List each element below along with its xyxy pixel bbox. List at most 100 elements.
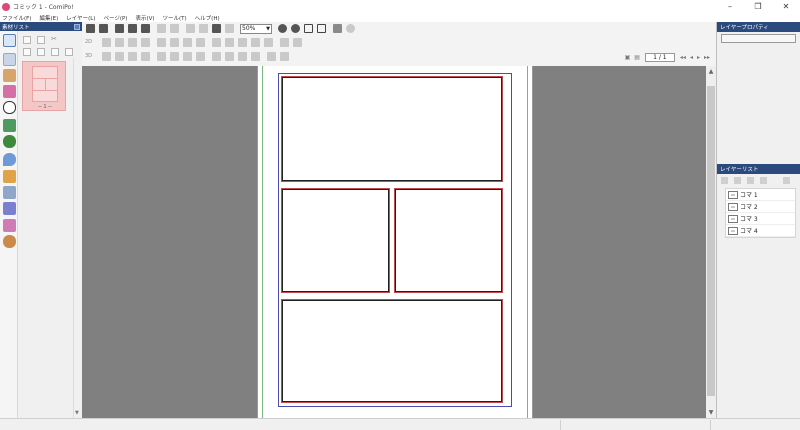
panel-pin-icon[interactable] — [74, 23, 80, 30]
layer-row[interactable]: ▭ コマ 3 — [726, 213, 795, 225]
camera-pan-icon[interactable] — [115, 52, 124, 61]
character-category-icon[interactable] — [3, 69, 16, 82]
zoom-out-icon[interactable] — [291, 24, 300, 33]
menu-page[interactable]: ページ(P) — [103, 14, 127, 22]
rotate-3d-icon[interactable] — [183, 52, 192, 61]
rotate-left-icon[interactable] — [102, 38, 111, 47]
panel-frame-3[interactable] — [395, 189, 502, 292]
panel-frame-1[interactable] — [282, 77, 502, 181]
reset-icon[interactable] — [196, 38, 205, 47]
layer-row[interactable]: ▭ コマ 4 — [726, 225, 795, 237]
undo-icon[interactable] — [157, 24, 166, 33]
page-grid-icon[interactable]: ▤ — [634, 54, 640, 61]
camera-icon[interactable] — [102, 52, 111, 61]
scroll-up-icon[interactable]: ▲ — [706, 68, 716, 75]
menu-edit[interactable]: 編集(E) — [39, 14, 58, 22]
next-page-icon[interactable]: ▸ — [697, 54, 700, 61]
settings-icon[interactable] — [346, 24, 355, 33]
pose-icon[interactable] — [251, 38, 260, 47]
close-button[interactable]: ✕ — [772, 0, 800, 13]
image-category-icon[interactable] — [3, 202, 16, 215]
align-right-icon[interactable] — [183, 38, 192, 47]
printer-icon[interactable] — [141, 24, 150, 33]
comic-page[interactable] — [257, 66, 533, 418]
frame-category-icon[interactable] — [3, 34, 16, 47]
menu-tools[interactable]: ツール(T) — [163, 14, 187, 22]
first-page-icon[interactable]: ◂◂ — [680, 54, 686, 61]
trash-icon[interactable] — [783, 176, 790, 184]
move-right-icon[interactable] — [51, 48, 59, 56]
item-category-icon[interactable] — [3, 85, 16, 98]
layer-top-icon[interactable] — [721, 176, 728, 184]
scissors-icon[interactable]: ✂ — [51, 36, 59, 44]
light-icon[interactable] — [212, 52, 221, 61]
scroll-down-icon[interactable]: ▼ — [706, 409, 716, 416]
layer-row[interactable]: ▭ コマ 2 — [726, 201, 795, 213]
prev-page-icon[interactable]: ◂ — [690, 54, 693, 61]
zoom-in-icon[interactable] — [278, 24, 287, 33]
align-left-icon[interactable] — [157, 38, 166, 47]
layer-name-field[interactable] — [721, 34, 796, 43]
view-reset-icon[interactable] — [280, 52, 289, 61]
image-export-icon[interactable] — [128, 24, 137, 33]
depth-icon[interactable] — [267, 52, 276, 61]
menu-layer[interactable]: レイヤー(L) — [66, 14, 95, 22]
copy-toolbar-icon[interactable] — [199, 24, 208, 33]
scale-3d-icon[interactable] — [170, 52, 179, 61]
move-down-icon[interactable] — [65, 48, 73, 56]
photo-category-icon[interactable] — [3, 219, 16, 232]
layer-down-small-icon[interactable] — [747, 176, 754, 184]
move-left-icon[interactable] — [37, 48, 45, 56]
rotation-icon[interactable] — [264, 38, 273, 47]
add-icon[interactable] — [23, 36, 31, 44]
flip-icon[interactable] — [128, 38, 137, 47]
thumbnail-scrollbar[interactable]: ▼ — [73, 58, 82, 418]
minimize-button[interactable]: – — [716, 0, 744, 13]
drop-icon[interactable] — [3, 153, 16, 166]
page-list-icon[interactable]: ▣ — [625, 54, 631, 61]
zoom-select[interactable]: 50% ▼ — [240, 24, 272, 34]
face-direction-icon[interactable] — [225, 38, 234, 47]
hand-tool-icon[interactable] — [333, 24, 342, 33]
align-center-icon[interactable] — [170, 38, 179, 47]
page-add-icon[interactable] — [115, 24, 124, 33]
menu-file[interactable]: ファイル(F) — [2, 14, 31, 22]
bring-front-icon[interactable] — [141, 38, 150, 47]
menu-view[interactable]: 表示(V) — [135, 14, 154, 22]
scroll-down-arrow-icon[interactable]: ▼ — [75, 410, 79, 416]
copy-icon[interactable] — [37, 36, 45, 44]
paste-icon[interactable] — [212, 24, 221, 33]
expression-icon[interactable] — [212, 38, 221, 47]
panel-frame-4[interactable] — [282, 300, 502, 402]
move-up-icon[interactable] — [23, 48, 31, 56]
redo-icon[interactable] — [170, 24, 179, 33]
fit-page-icon[interactable] — [304, 24, 313, 33]
outline-icon[interactable] — [238, 52, 247, 61]
tone-icon[interactable] — [251, 52, 260, 61]
layer-up-small-icon[interactable] — [734, 176, 741, 184]
effect-category-icon[interactable] — [3, 170, 16, 183]
print-icon[interactable] — [86, 24, 95, 33]
move-3d-icon[interactable] — [157, 52, 166, 61]
fit-width-icon[interactable] — [317, 24, 326, 33]
menu-help[interactable]: ヘルプ(H) — [195, 14, 220, 22]
eye-direction-icon[interactable] — [238, 38, 247, 47]
layer-bottom-icon[interactable] — [760, 176, 767, 184]
tree-icon[interactable] — [3, 135, 16, 148]
layer-down-icon[interactable] — [293, 38, 302, 47]
pattern-category-icon[interactable] — [3, 186, 16, 199]
background-category-icon[interactable] — [3, 53, 16, 66]
layer-row[interactable]: ▭ コマ 1 — [726, 189, 795, 201]
canvas-scrollbar[interactable]: ▲ ▼ — [706, 66, 716, 418]
face-category-icon[interactable] — [3, 235, 16, 248]
save-icon[interactable] — [99, 24, 108, 33]
scrollbar-thumb[interactable] — [707, 86, 715, 396]
delete-icon[interactable] — [225, 24, 234, 33]
camera-zoom-icon[interactable] — [141, 52, 150, 61]
perspective-icon[interactable] — [196, 52, 205, 61]
restore-button[interactable]: ❐ — [744, 0, 772, 13]
speech-balloon-icon[interactable] — [3, 101, 16, 114]
camera-tilt-icon[interactable] — [128, 52, 137, 61]
panel-frame-2[interactable] — [282, 189, 389, 292]
layer-up-icon[interactable] — [280, 38, 289, 47]
